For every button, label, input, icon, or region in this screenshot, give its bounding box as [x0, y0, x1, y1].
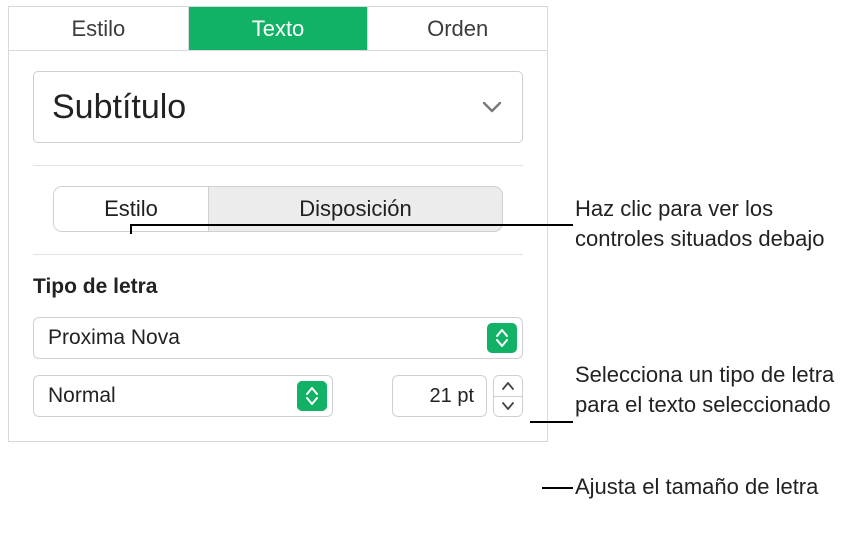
- font-size-field[interactable]: 21 pt: [392, 375, 487, 417]
- callout-leader: [130, 224, 132, 234]
- callout-leader: [530, 421, 573, 423]
- font-size-down[interactable]: [494, 396, 522, 417]
- font-size-arrows: [493, 375, 523, 417]
- paragraph-style-dropdown[interactable]: Subtítulo: [33, 71, 523, 143]
- panel-body: Subtítulo Estilo Disposición Tipo de let…: [9, 51, 547, 441]
- font-size-up[interactable]: [494, 376, 522, 396]
- callout-leader: [130, 224, 573, 226]
- chevron-down-icon: [482, 101, 502, 113]
- paragraph-style-value: Subtítulo: [52, 88, 186, 127]
- callout-leader: [542, 487, 573, 489]
- font-size-stepper: 21 pt: [392, 375, 523, 417]
- tab-order[interactable]: Orden: [368, 7, 547, 50]
- callout-font-size: Ajusta el tamaño de letra: [575, 472, 818, 502]
- callout-segment-style: Haz clic para ver los controles situados…: [575, 194, 850, 253]
- font-weight-value: Normal: [48, 384, 297, 408]
- panel-tabbar: Estilo Texto Orden: [9, 7, 547, 51]
- tab-text[interactable]: Texto: [189, 7, 368, 50]
- tab-style[interactable]: Estilo: [9, 7, 188, 50]
- divider: [33, 254, 523, 255]
- font-section-label: Tipo de letra: [33, 275, 523, 299]
- font-weight-select[interactable]: Normal: [33, 375, 333, 417]
- callout-font-family: Selecciona un tipo de letra para el text…: [575, 360, 850, 419]
- font-family-select[interactable]: Proxima Nova: [33, 317, 523, 359]
- divider: [33, 165, 523, 166]
- font-family-value: Proxima Nova: [48, 326, 487, 350]
- font-row: Normal 21 pt: [33, 375, 523, 417]
- updown-icon: [297, 381, 327, 411]
- updown-icon: [487, 323, 517, 353]
